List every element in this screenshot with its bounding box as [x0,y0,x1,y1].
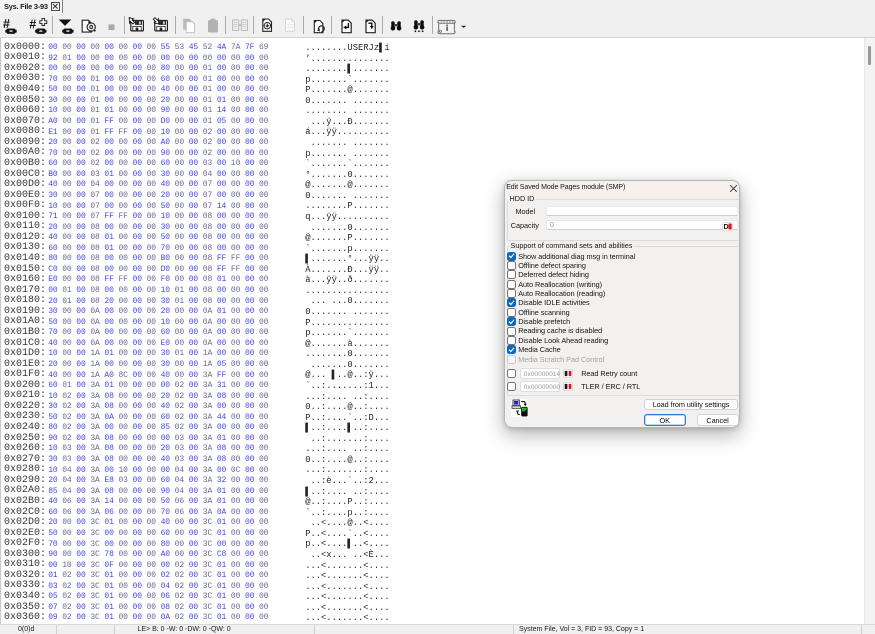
svg-text:123: 123 [286,24,295,30]
svg-text:#: # [29,18,36,32]
svg-text:D: D [724,224,729,231]
